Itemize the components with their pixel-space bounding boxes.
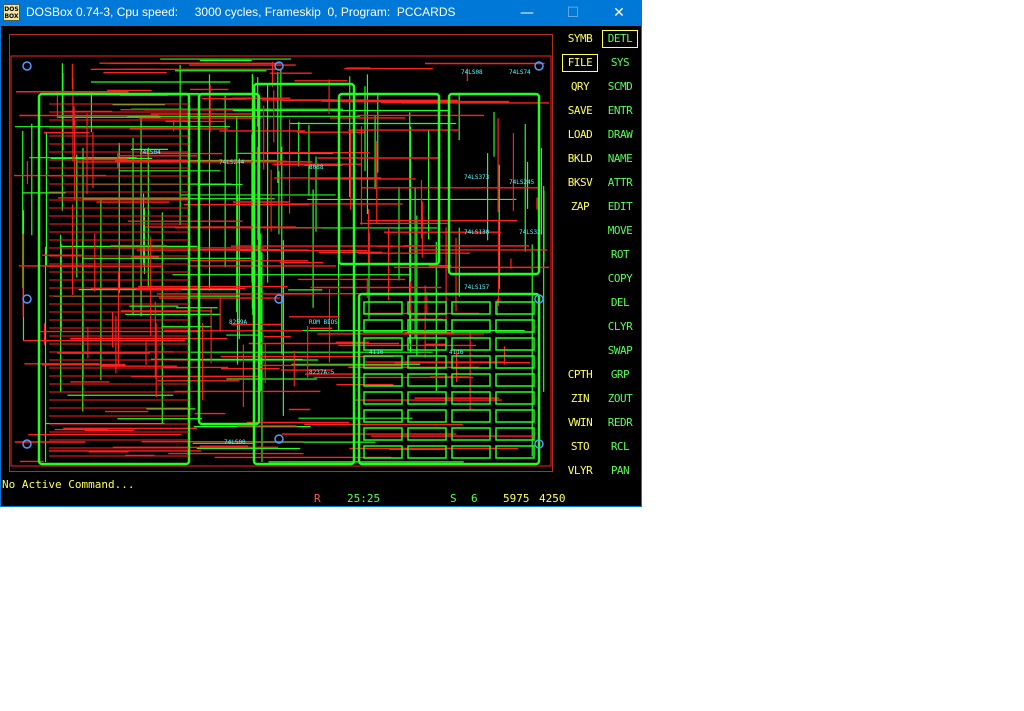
memory-chip [495, 373, 535, 387]
chip-label: 74LS244 [219, 159, 245, 166]
chip-label: 74LS08 [461, 69, 483, 76]
mounting-hole [22, 294, 32, 304]
menu-symb-button[interactable]: SYMB [562, 30, 598, 48]
chip-label: 74LS04 [139, 149, 161, 156]
mounting-hole [22, 61, 32, 71]
menu-pan-button[interactable]: PAN [602, 462, 638, 480]
memory-chip [451, 373, 491, 387]
dosbox-window: DOS BOX DOSBox 0.74-3, Cpu speed: 3000 c… [0, 0, 642, 507]
chip-label: 4116 [449, 349, 464, 356]
memory-chip [407, 409, 447, 423]
y-coordinate-readout: 4250 [539, 492, 566, 505]
chip-label: 74LS74 [509, 69, 531, 76]
menu-detl-button[interactable]: DETL [602, 30, 638, 48]
chip-label: ROM BIOS [309, 319, 338, 326]
menu-qry-button[interactable]: QRY [562, 78, 598, 96]
chip-label: 8237A-5 [309, 369, 335, 376]
dos-screen: 74LS08 74LS74 8088 74LS244 74LS373 74LS245 74L… [1, 26, 641, 506]
command-status: No Active Command... [2, 478, 135, 491]
menu-del-button[interactable]: DEL [602, 294, 638, 312]
menu-clyr-button[interactable]: CLYR [602, 318, 638, 336]
menu-sto-button[interactable]: STO [562, 438, 598, 456]
menu-grp-button[interactable]: GRP [602, 366, 638, 384]
menu-bkld-button[interactable]: BKLD [562, 150, 598, 168]
chip-label: 74LS32 [519, 229, 541, 236]
menu-rot-button[interactable]: ROT [602, 246, 638, 264]
menu-load-button[interactable]: LOAD [562, 126, 598, 144]
memory-chip [451, 427, 491, 441]
memory-chip [495, 409, 535, 423]
snap-indicator: S [450, 492, 457, 505]
menu-zap-button[interactable]: ZAP [562, 198, 598, 216]
menu-attr-button[interactable]: ATTR [602, 174, 638, 192]
menu-copy-button[interactable]: COPY [602, 270, 638, 288]
menu-edit-button[interactable]: EDIT [602, 198, 638, 216]
menu-scmd-button[interactable]: SCMD [602, 78, 638, 96]
memory-chip [495, 427, 535, 441]
maximize-button[interactable]: ☐ [550, 0, 596, 26]
memory-chip [363, 301, 403, 315]
menu-entr-button[interactable]: ENTR [602, 102, 638, 120]
memory-chip [451, 409, 491, 423]
memory-chip [363, 409, 403, 423]
memory-chip [363, 391, 403, 405]
menu-cpth-button[interactable]: CPTH [562, 366, 598, 384]
menu-vwin-button[interactable]: VWIN [562, 414, 598, 432]
close-button[interactable]: ✕ [596, 0, 642, 26]
chip-label: 74LS138 [464, 229, 490, 236]
chip-label: 74LS373 [464, 174, 490, 181]
menu-save-button[interactable]: SAVE [562, 102, 598, 120]
chip-label: 74LS157 [464, 284, 490, 291]
memory-chip [451, 301, 491, 315]
layer-readout: 6 [471, 492, 478, 505]
minimize-button[interactable]: — [504, 0, 550, 26]
memory-chip [407, 373, 447, 387]
memory-chip [495, 391, 535, 405]
menu-move-button[interactable]: MOVE [602, 222, 638, 240]
menu-vlyr-button[interactable]: VLYR [562, 462, 598, 480]
chip-label: 74LS00 [224, 439, 246, 446]
mode-indicator: R [314, 492, 321, 505]
x-coordinate-readout: 5975 [503, 492, 530, 505]
title-bar[interactable]: DOS BOX DOSBox 0.74-3, Cpu speed: 3000 c… [0, 0, 642, 26]
chip-label: 4116 [369, 349, 384, 356]
menu-draw-button[interactable]: DRAW [602, 126, 638, 144]
memory-chip [495, 301, 535, 315]
chip-label: 8088 [309, 164, 324, 171]
menu-zout-button[interactable]: ZOUT [602, 390, 638, 408]
menu-bksv-button[interactable]: BKSV [562, 174, 598, 192]
menu-swap-button[interactable]: SWAP [602, 342, 638, 360]
window-title: DOSBox 0.74-3, Cpu speed: 3000 cycles, F… [26, 5, 456, 19]
menu-redr-button[interactable]: REDR [602, 414, 638, 432]
dosbox-app-icon[interactable]: DOS BOX [3, 4, 20, 21]
pcb-layout-canvas[interactable]: 74LS08 74LS74 8088 74LS244 74LS373 74LS245 74L… [9, 54, 555, 470]
memory-chip [495, 337, 535, 351]
chip-label: 74LS245 [509, 179, 535, 186]
menu-name-button[interactable]: NAME [602, 150, 638, 168]
chip-label: 8259A [229, 319, 247, 326]
menu-sys-button[interactable]: SYS [602, 54, 638, 72]
grid-readout: 25:25 [347, 492, 381, 505]
menu-rcl-button[interactable]: RCL [602, 438, 638, 456]
component-block [197, 92, 261, 426]
menu-file-button[interactable]: FILE [562, 54, 598, 72]
menu-zin-button[interactable]: ZIN [562, 390, 598, 408]
mounting-hole [22, 439, 32, 449]
